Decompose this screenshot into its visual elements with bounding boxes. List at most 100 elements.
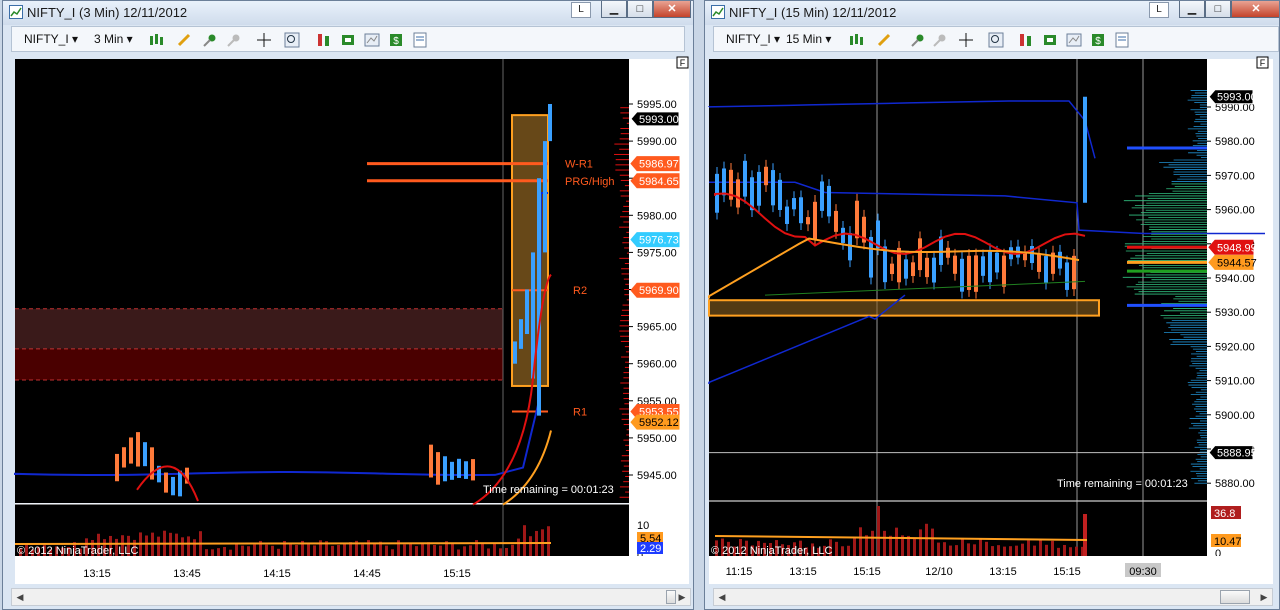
left-volume-bar [343, 542, 346, 556]
left-candle-1 [122, 447, 126, 468]
right-price-tick-label: 5980.00 [1215, 136, 1255, 148]
right-chart-area[interactable]: F5990.005980.005970.005960.005950.005940… [705, 1, 1280, 610]
right-volume-bar [1051, 540, 1054, 556]
left-price-tick-label: 5950.00 [637, 433, 677, 445]
right-candle-46 [1037, 253, 1041, 272]
left-volume-bar [289, 543, 292, 556]
right-candle-28 [911, 262, 915, 277]
left-support-zone [15, 348, 503, 381]
right-horizontal-scrollbar[interactable]: ◀ ▶ [713, 588, 1273, 606]
left-volume-bar [241, 545, 244, 556]
right-volume-bar [1045, 544, 1048, 556]
left-volume-bar [157, 536, 160, 556]
left-volume-bar [403, 544, 406, 556]
left-time-axis [15, 556, 689, 584]
right-candle-14 [813, 201, 817, 240]
left-level-label: W-R1 [565, 159, 593, 171]
left-candle-8 [171, 476, 175, 496]
right-f-label: F [1260, 58, 1266, 68]
right-volume-bar [835, 541, 838, 556]
right-volume-tag-label: 36.8 [1214, 508, 1235, 520]
right-volume-bar [949, 545, 952, 556]
right-volume-bar [1039, 538, 1042, 556]
left-volume-bar [175, 533, 178, 556]
left-time-tick-label: 14:15 [263, 568, 291, 580]
right-candle-last [1083, 96, 1087, 203]
left-candle-4 [143, 442, 147, 467]
left-volume-bar [265, 544, 268, 556]
left-price-tag-label: 5993.00 [639, 114, 679, 126]
left-scroll-right-arrow[interactable]: ▶ [674, 589, 690, 605]
right-price-tick-label: 5930.00 [1215, 307, 1255, 319]
left-price-tag-label: 5969.90 [639, 285, 679, 297]
right-time-tick-label: 15:15 [853, 566, 881, 578]
left-price-tag-label: 5976.73 [639, 235, 679, 247]
left-candle-12 [436, 452, 440, 485]
left-day-range-box [511, 114, 549, 387]
right-time-remaining: Time remaining = 00:01:23 [1057, 478, 1188, 490]
left-volume-bar [313, 545, 316, 556]
left-chart-area[interactable]: FW-R1PRG/HighR2R15995.005990.005985.0059… [3, 1, 694, 610]
right-volume-bar [913, 537, 916, 556]
right-volume-bar [1033, 545, 1036, 556]
left-level-label: PRG/High [565, 176, 615, 188]
left-time-tick-label: 15:15 [443, 568, 471, 580]
left-volume-bar [211, 549, 214, 556]
left-volume-bar [205, 549, 208, 556]
left-horizontal-scrollbar[interactable]: ◀ ▶ [11, 588, 691, 606]
left-price-tick-label: 5980.00 [637, 210, 677, 222]
left-volume-bar [421, 542, 424, 556]
right-volume-bar [985, 541, 988, 556]
left-volume-bar [469, 545, 472, 556]
right-price-tick-label: 5920.00 [1215, 341, 1255, 353]
left-volume-bar [505, 547, 508, 556]
right-volume-bar [979, 538, 982, 556]
right-scroll-thumb[interactable] [1220, 590, 1250, 604]
right-candle-4 [743, 160, 747, 197]
left-volume-bar [481, 543, 484, 556]
left-scroll-left-arrow[interactable]: ◀ [12, 589, 28, 605]
left-volume-bar [391, 549, 394, 556]
right-volume-bar [973, 544, 976, 556]
left-candle-3 [136, 432, 140, 467]
left-volume-bar [145, 535, 148, 556]
left-price-tag-label: 5984.65 [639, 176, 679, 188]
left-candle-16 [464, 461, 468, 479]
left-volume-bar [529, 536, 532, 556]
right-volume-bar [1069, 547, 1072, 556]
right-price-tick-label: 5880.00 [1215, 478, 1255, 490]
left-volume-bar [277, 548, 280, 556]
left-volume-bar [187, 536, 190, 556]
right-scroll-left-arrow[interactable]: ◀ [714, 589, 730, 605]
right-candle-9 [778, 179, 782, 211]
right-candle-30 [925, 257, 929, 278]
left-candle-11 [429, 444, 433, 478]
left-volume-bar [223, 546, 226, 556]
left-volume-bar [487, 548, 490, 556]
left-price-tick-label: 5995.00 [637, 99, 677, 111]
right-time-tick-label: 15:15 [1053, 566, 1081, 578]
right-volume-bar [871, 530, 874, 556]
left-volume-bar [517, 538, 520, 556]
right-candle-6 [757, 171, 761, 206]
right-volume-bar [1021, 543, 1024, 556]
left-candle-15 [457, 458, 461, 478]
right-volume-bar-last [1083, 514, 1087, 556]
left-candle-18 [513, 341, 517, 364]
left-volume-bar [463, 546, 466, 556]
right-candle-29 [918, 238, 922, 271]
left-volume-bar [373, 543, 376, 556]
right-volume-bar [853, 538, 856, 556]
right-candle-3 [736, 179, 740, 208]
right-volume-bar [919, 529, 922, 556]
left-volume-bar [295, 545, 298, 556]
right-volume-bar [997, 545, 1000, 556]
right-candle-20 [855, 200, 859, 239]
right-volume-tag-label: 10.47 [1214, 536, 1242, 548]
right-volume-bar [895, 527, 898, 556]
right-volume-bar [1027, 540, 1030, 556]
left-time-tick-label: 13:15 [83, 568, 111, 580]
right-volume-bar [877, 506, 880, 556]
right-scroll-right-arrow[interactable]: ▶ [1256, 589, 1272, 605]
right-candle-13 [806, 217, 810, 225]
